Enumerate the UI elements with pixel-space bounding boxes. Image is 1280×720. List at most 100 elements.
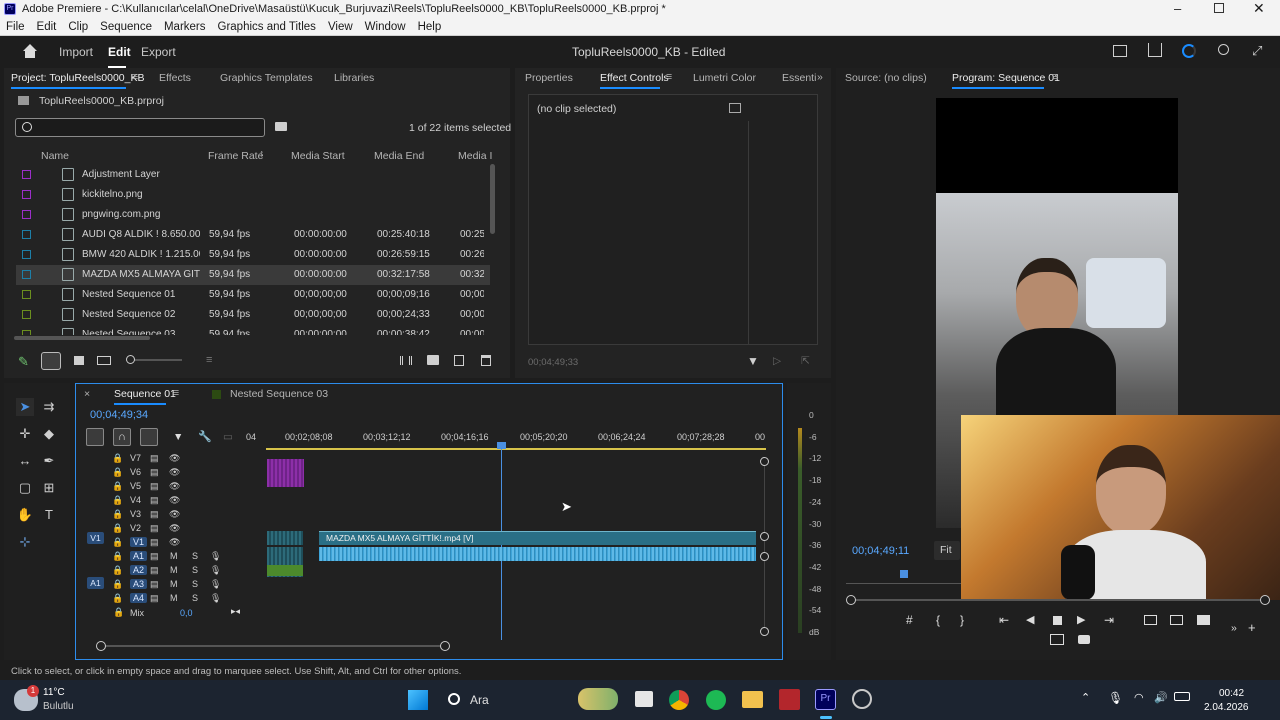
file-explorer-icon[interactable]	[742, 691, 763, 708]
task-view-icon[interactable]	[635, 691, 653, 707]
column-media-duration[interactable]: Media I	[458, 150, 492, 162]
label-swatch[interactable]	[22, 190, 31, 199]
settings-wrench-icon[interactable]: 🔧	[198, 430, 212, 443]
track-name[interactable]: V3	[130, 509, 141, 519]
sync-lock-icon[interactable]: ▤	[150, 579, 159, 590]
work-area-bar[interactable]	[266, 448, 766, 450]
volume-icon[interactable]: 🔊	[1154, 691, 1168, 704]
eye-icon[interactable]: 👁	[169, 523, 180, 534]
search-icon[interactable]	[1218, 44, 1229, 55]
steam-icon[interactable]	[852, 689, 872, 709]
tab-lumetri-color[interactable]: Lumetri Color	[693, 72, 756, 84]
label-swatch[interactable]	[22, 310, 31, 319]
step-back-button[interactable]: ◀	[1026, 613, 1034, 626]
track-name[interactable]: A3	[130, 579, 148, 589]
menu-sequence[interactable]: Sequence	[94, 21, 158, 33]
playhead-handle[interactable]	[497, 442, 506, 449]
export-effect-icon[interactable]: ⇱	[801, 355, 810, 367]
freeform-view-icon[interactable]	[97, 356, 111, 365]
project-row[interactable]: Nested Sequence 02 59,94 fps 00;00;00;00 00…	[16, 305, 490, 325]
stop-button[interactable]	[1053, 616, 1062, 625]
mute-button[interactable]: M	[170, 593, 178, 603]
track-name[interactable]: V4	[130, 495, 141, 505]
column-media-end[interactable]: Media End	[374, 150, 424, 162]
sync-lock-icon[interactable]: ▤	[150, 537, 159, 548]
show-hidden-icons[interactable]: ⌃	[1081, 691, 1090, 704]
premiere-taskbar-icon[interactable]: Pr	[815, 689, 836, 710]
home-icon[interactable]	[22, 43, 38, 59]
remix-tool[interactable]: ⊞	[40, 479, 58, 497]
voiceover-mic-icon[interactable]: 🎙	[210, 565, 221, 576]
sync-lock-icon[interactable]: ▤	[150, 495, 159, 506]
import-tab[interactable]: Import	[59, 45, 93, 59]
razor-tool[interactable]: ◆	[40, 425, 58, 443]
insert-sequence-icon[interactable]	[86, 428, 104, 446]
track-vscroll[interactable]	[764, 460, 765, 632]
mute-button[interactable]: M	[170, 565, 178, 575]
toggle-timeline-icon[interactable]	[729, 103, 741, 113]
vscroll-handle[interactable]	[760, 552, 769, 561]
label-swatch[interactable]	[22, 330, 31, 335]
track-name[interactable]: A2	[130, 565, 148, 575]
mute-button[interactable]: M	[170, 551, 178, 561]
eye-icon[interactable]: 👁	[169, 537, 180, 548]
safe-margin-icon[interactable]	[1050, 634, 1064, 645]
tab-libraries[interactable]: Libraries	[334, 72, 374, 84]
track-name[interactable]: V5	[130, 481, 141, 491]
chrome-icon[interactable]	[669, 690, 689, 710]
menu-clip[interactable]: Clip	[62, 21, 94, 33]
icon-view-icon[interactable]	[74, 356, 84, 365]
windows-start-icon[interactable]	[408, 690, 428, 710]
voiceover-mic-icon[interactable]: 🎙	[210, 551, 221, 562]
solo-button[interactable]: S	[192, 593, 198, 603]
project-hscrollbar[interactable]	[14, 336, 150, 340]
project-row[interactable]: pngwing.com.png	[16, 205, 490, 225]
lock-icon[interactable]: 🔒	[112, 565, 123, 576]
mark-out-button[interactable]: }	[960, 613, 964, 627]
maximize-button[interactable]	[1214, 3, 1224, 13]
close-window-button[interactable]: ✕	[1253, 0, 1265, 17]
project-row[interactable]: MAZDA MX5 ALMAYA GİTTİ 59,94 fps 00:00:00:…	[16, 265, 490, 285]
microphone-tray-icon[interactable]: 🎙	[1108, 691, 1123, 705]
new-item-icon[interactable]	[454, 355, 464, 366]
sync-lock-icon[interactable]: ▤	[150, 565, 159, 576]
menu-file[interactable]: File	[0, 21, 31, 33]
menu-help[interactable]: Help	[412, 21, 448, 33]
filter-icon[interactable]: ▼	[747, 354, 759, 368]
extract-button[interactable]	[1170, 615, 1183, 625]
slip-tool[interactable]: ↔	[16, 452, 34, 470]
eye-icon[interactable]: 👁	[169, 495, 180, 506]
green-audio-clip[interactable]	[267, 565, 303, 576]
sync-lock-icon[interactable]: ▤	[150, 593, 159, 604]
purple-graphic-clip[interactable]	[267, 459, 304, 487]
vscroll-handle[interactable]	[760, 532, 769, 541]
tab-essential[interactable]: Essenti	[782, 72, 816, 84]
vscroll-handle[interactable]	[760, 457, 769, 466]
sequence-menu-icon[interactable]: ≡	[173, 387, 179, 399]
timeline-hscroll[interactable]	[96, 641, 450, 651]
sync-lock-icon[interactable]: ▤	[150, 453, 159, 464]
label-swatch[interactable]	[22, 270, 31, 279]
source-v1-badge[interactable]: V1	[87, 532, 104, 544]
progress-icon[interactable]	[1182, 44, 1196, 58]
more-tabs-icon[interactable]: »	[817, 71, 823, 83]
marker-button[interactable]: #	[906, 613, 913, 627]
tab-nested-sequence-03[interactable]: Nested Sequence 03	[230, 388, 328, 400]
type-tool[interactable]: T	[40, 506, 58, 524]
label-swatch[interactable]	[22, 170, 31, 179]
fullscreen-icon[interactable]: ⤢	[1252, 43, 1262, 59]
vscroll-handle[interactable]	[760, 627, 769, 636]
lock-icon[interactable]: 🔒	[112, 593, 123, 604]
share-icon[interactable]	[1148, 43, 1162, 57]
more-controls-icon[interactable]: »	[1231, 622, 1237, 634]
solo-button[interactable]: S	[192, 579, 198, 589]
effect-menu-icon[interactable]: ≡	[666, 71, 672, 83]
automate-icon[interactable]	[400, 356, 412, 365]
zoom-slider-handle[interactable]	[126, 355, 135, 364]
column-frame-rate[interactable]: Frame Rate	[208, 150, 263, 162]
time-ruler[interactable]: 04 00;02;08;08 00;03;12;12 00;04;16;16 0…	[246, 428, 766, 452]
label-swatch[interactable]	[22, 210, 31, 219]
ripple-edit-tool[interactable]: ✛	[16, 425, 34, 443]
pencil-icon[interactable]: ✎	[18, 354, 29, 370]
project-row[interactable]: Nested Sequence 03 59,94 fps 00;00;00;00 00…	[16, 325, 490, 335]
